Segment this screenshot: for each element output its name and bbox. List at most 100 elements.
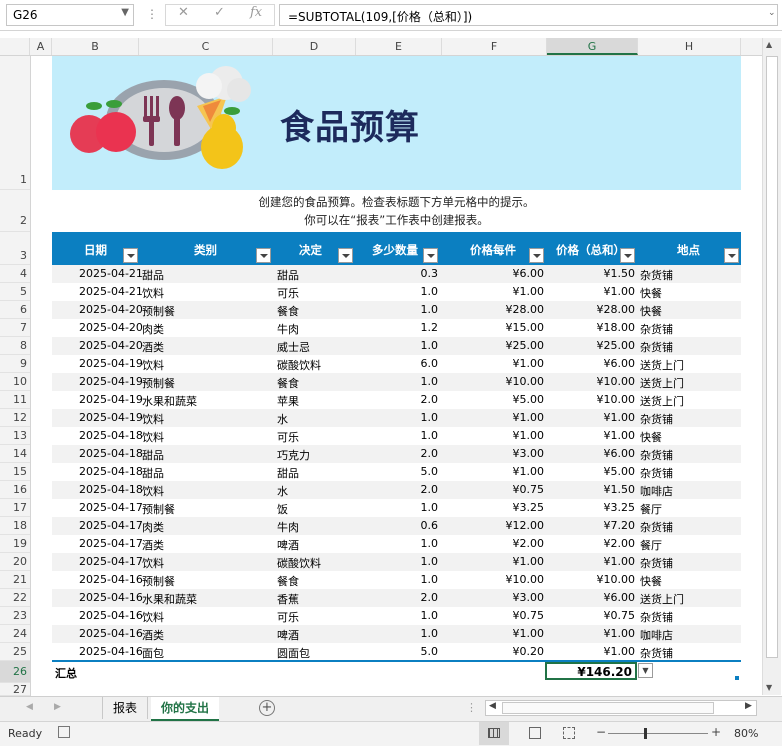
cell-decision[interactable]: 饭 <box>277 501 288 517</box>
cell-total-price[interactable]: ¥1.00 <box>604 429 636 442</box>
cell-location[interactable]: 杂货铺 <box>640 519 673 535</box>
insert-function-icon[interactable]: fx <box>250 5 262 20</box>
cell-decision[interactable]: 甜品 <box>277 465 299 481</box>
cell-decision[interactable]: 碳酸饮料 <box>277 357 321 373</box>
column-header-e[interactable]: E <box>356 38 442 55</box>
cell-unit-price[interactable]: ¥12.00 <box>506 519 545 532</box>
horizontal-scroll-thumb[interactable] <box>502 702 714 714</box>
macro-record-icon[interactable] <box>58 726 70 738</box>
tab-splitter-icon[interactable]: ⋮ <box>466 701 477 714</box>
tab-scroll-left-icon[interactable]: ◀ <box>26 702 33 712</box>
cell-decision[interactable]: 巧克力 <box>277 447 310 463</box>
cell-decision[interactable]: 水 <box>277 411 288 427</box>
cell-quantity[interactable]: 1.0 <box>421 555 439 568</box>
cell-category[interactable]: 肉类 <box>142 519 164 535</box>
cell-category[interactable]: 水果和蔬菜 <box>142 393 197 409</box>
cell-total-price[interactable]: ¥10.00 <box>597 393 636 406</box>
zoom-slider[interactable] <box>608 733 708 734</box>
row-header-11[interactable]: 11 <box>0 391 30 409</box>
row-header-24[interactable]: 24 <box>0 625 30 643</box>
cell-date[interactable]: 2025-04-17 <box>79 501 143 514</box>
cell-total-price[interactable]: ¥1.50 <box>604 483 636 496</box>
cell-date[interactable]: 2025-04-18 <box>79 447 143 460</box>
cell-total-price[interactable]: ¥1.00 <box>604 645 636 658</box>
cell-date[interactable]: 2025-04-18 <box>79 483 143 496</box>
cell-location[interactable]: 快餐 <box>640 573 662 589</box>
column-header-h[interactable]: H <box>638 38 741 55</box>
cell-decision[interactable]: 苹果 <box>277 393 299 409</box>
scroll-down-icon[interactable]: ▼ <box>766 683 772 692</box>
row-header-17[interactable]: 17 <box>0 499 30 517</box>
cell-quantity[interactable]: 1.0 <box>421 609 439 622</box>
cell-unit-price[interactable]: ¥2.00 <box>513 537 545 550</box>
row-header-7[interactable]: 7 <box>0 319 30 337</box>
cell-decision[interactable]: 可乐 <box>277 609 299 625</box>
cell-date[interactable]: 2025-04-16 <box>79 573 143 586</box>
cell-date[interactable]: 2025-04-16 <box>79 591 143 604</box>
cell-quantity[interactable]: 2.0 <box>421 447 439 460</box>
enter-icon[interactable]: ✓ <box>214 5 225 20</box>
cell-date[interactable]: 2025-04-20 <box>79 321 143 334</box>
cell-location[interactable]: 送货上门 <box>640 591 684 607</box>
selected-cell-g26[interactable]: ¥146.20 <box>545 662 637 680</box>
column-header-c[interactable]: C <box>139 38 273 55</box>
expand-formula-icon[interactable]: ⌄ <box>768 8 776 18</box>
cell-total-price[interactable]: ¥2.00 <box>604 537 636 550</box>
cell-decision[interactable]: 牛肉 <box>277 321 299 337</box>
cell-quantity[interactable]: 2.0 <box>421 483 439 496</box>
cell-decision[interactable]: 餐食 <box>277 303 299 319</box>
row-header-16[interactable]: 16 <box>0 481 30 499</box>
cell-category[interactable]: 预制餐 <box>142 303 175 319</box>
row-header-15[interactable]: 15 <box>0 463 30 481</box>
row-header-21[interactable]: 21 <box>0 571 30 589</box>
cell-category[interactable]: 面包 <box>142 645 164 661</box>
cell-unit-price[interactable]: ¥10.00 <box>506 375 545 388</box>
cell-location[interactable]: 餐厅 <box>640 537 662 553</box>
chevron-down-icon[interactable]: ▼ <box>121 7 129 18</box>
zoom-out-icon[interactable]: − <box>596 725 606 739</box>
cell-date[interactable]: 2025-04-16 <box>79 645 143 658</box>
cell-date[interactable]: 2025-04-17 <box>79 519 143 532</box>
cell-category[interactable]: 饮料 <box>142 609 164 625</box>
cell-date[interactable]: 2025-04-18 <box>79 429 143 442</box>
cell-category[interactable]: 饮料 <box>142 483 164 499</box>
cell-total-price[interactable]: ¥0.75 <box>604 609 636 622</box>
row-header-4[interactable]: 4 <box>0 265 30 283</box>
cell-quantity[interactable]: 1.2 <box>421 321 439 334</box>
cell-unit-price[interactable]: ¥1.00 <box>513 285 545 298</box>
cell-total-price[interactable]: ¥10.00 <box>597 375 636 388</box>
cell-location[interactable]: 杂货铺 <box>640 447 673 463</box>
cell-location[interactable]: 送货上门 <box>640 375 684 391</box>
cell-category[interactable]: 酒类 <box>142 627 164 643</box>
cell-total-price[interactable]: ¥6.00 <box>604 591 636 604</box>
cell-decision[interactable]: 餐食 <box>277 573 299 589</box>
cell-location[interactable]: 餐厅 <box>640 501 662 517</box>
cell-category[interactable]: 甜品 <box>142 447 164 463</box>
row-header-14[interactable]: 14 <box>0 445 30 463</box>
cell-total-price[interactable]: ¥3.25 <box>604 501 636 514</box>
cell-quantity[interactable]: 1.0 <box>421 285 439 298</box>
cell-unit-price[interactable]: ¥1.00 <box>513 429 545 442</box>
zoom-level[interactable]: 80% <box>734 727 758 740</box>
cell-quantity[interactable]: 0.6 <box>421 519 439 532</box>
row-header-9[interactable]: 9 <box>0 355 30 373</box>
cell-category[interactable]: 肉类 <box>142 321 164 337</box>
zoom-in-icon[interactable]: + <box>711 725 721 739</box>
cell-category[interactable]: 饮料 <box>142 285 164 301</box>
cell-quantity[interactable]: 2.0 <box>421 591 439 604</box>
cell-date[interactable]: 2025-04-20 <box>79 303 143 316</box>
cell-decision[interactable]: 威士忌 <box>277 339 310 355</box>
cell-total-price[interactable]: ¥5.00 <box>604 465 636 478</box>
cell-decision[interactable]: 甜品 <box>277 267 299 283</box>
page-break-icon[interactable] <box>563 727 575 739</box>
column-header-f[interactable]: F <box>442 38 547 55</box>
row-header-23[interactable]: 23 <box>0 607 30 625</box>
cell-unit-price[interactable]: ¥1.00 <box>513 627 545 640</box>
cell-decision[interactable]: 啤酒 <box>277 537 299 553</box>
cell-decision[interactable]: 圆面包 <box>277 645 310 661</box>
row-header-26[interactable]: 26 <box>0 661 30 683</box>
cell-quantity[interactable]: 1.0 <box>421 501 439 514</box>
cell-category[interactable]: 酒类 <box>142 537 164 553</box>
cell-location[interactable]: 杂货铺 <box>640 555 673 571</box>
cell-decision[interactable]: 牛肉 <box>277 519 299 535</box>
